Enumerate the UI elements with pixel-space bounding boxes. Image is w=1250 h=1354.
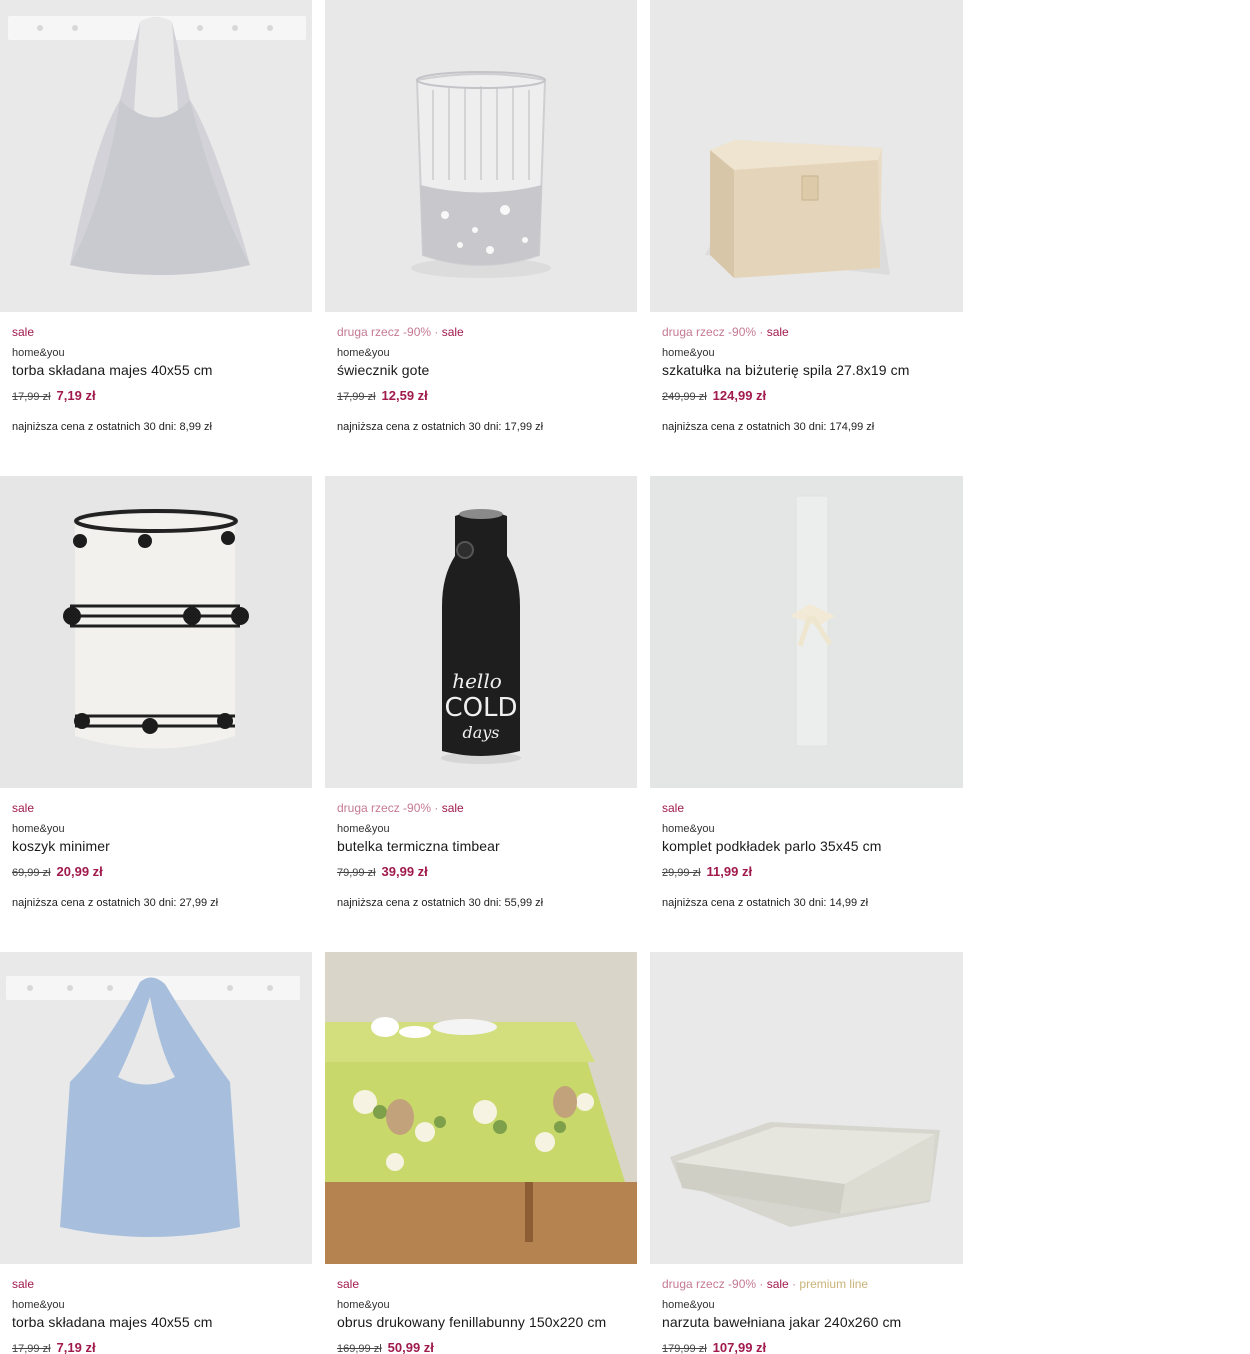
old-price: 69,99 zł	[12, 867, 51, 879]
product-brand: home&you	[662, 823, 715, 835]
product-tags: druga rzecz -90% · sale	[337, 325, 464, 339]
product-price: 249,99 zł 124,99 zł	[662, 388, 951, 403]
product-name-link[interactable]: świecznik gote	[337, 362, 625, 378]
sale-tag: sale	[662, 801, 685, 815]
product-card[interactable]: druga rzecz -90% · sale home&you szkatuł…	[650, 0, 963, 476]
product-price: 69,99 zł 20,99 zł	[12, 864, 300, 879]
sale-price: 39,99 zł	[381, 864, 428, 879]
product-name-link[interactable]: szkatułka na biżuterię spila 27.8x19 cm	[662, 362, 951, 378]
sale-price: 50,99 zł	[387, 1340, 434, 1354]
blue-tote-bag-on-hook-image[interactable]	[0, 952, 312, 1264]
product-brand: home&you	[662, 1299, 715, 1311]
glass-candle-holder-image[interactable]	[325, 0, 637, 312]
sale-tag: sale	[12, 1277, 35, 1291]
sale-tag: sale	[766, 1277, 789, 1291]
old-price: 179,99 zł	[662, 1343, 707, 1354]
thermal-bottle-image[interactable]: hello COLD days	[325, 476, 637, 788]
bottle-print-hello: hello	[452, 669, 502, 693]
product-card[interactable]: druga rzecz -90% · sale · premium line h…	[650, 952, 963, 1354]
product-brand: home&you	[337, 347, 390, 359]
product-card[interactable]: sale home&you obrus drukowany fenillabun…	[325, 952, 637, 1354]
jewelry-box-image[interactable]	[650, 0, 963, 312]
product-brand: home&you	[12, 823, 65, 835]
sale-price: 20,99 zł	[56, 864, 103, 879]
promo-tag: druga rzecz -90%	[337, 801, 432, 815]
premium-tag: premium line	[799, 1277, 869, 1291]
sale-price: 11,99 zł	[706, 864, 753, 879]
product-brand: home&you	[337, 1299, 390, 1311]
promo-tag: druga rzecz -90%	[337, 325, 432, 339]
old-price: 17,99 zł	[12, 391, 51, 403]
old-price: 79,99 zł	[337, 867, 376, 879]
lowest-price-note: najniższa cena z ostatnich 30 dni: 8,99 …	[12, 421, 212, 433]
lowest-price-note: najniższa cena z ostatnich 30 dni: 174,9…	[662, 421, 875, 433]
easter-tablecloth-image[interactable]	[325, 952, 637, 1264]
product-name-link[interactable]: torba składana majes 40x55 cm	[12, 1314, 300, 1330]
product-brand: home&you	[12, 347, 65, 359]
product-name-link[interactable]: komplet podkładek parlo 35x45 cm	[662, 838, 951, 854]
sale-price: 124,99 zł	[712, 388, 767, 403]
gray-tote-bag-on-hook-image[interactable]	[0, 0, 312, 312]
sale-price: 12,59 zł	[381, 388, 428, 403]
product-name-link[interactable]: koszyk minimer	[12, 838, 300, 854]
lowest-price-note: najniższa cena z ostatnich 30 dni: 14,99…	[662, 897, 869, 909]
sale-price: 107,99 zł	[712, 1340, 767, 1354]
sale-tag: sale	[12, 801, 35, 815]
sale-price: 7,19 zł	[56, 388, 96, 403]
old-price: 17,99 zł	[337, 391, 376, 403]
woven-basket-image[interactable]	[0, 476, 312, 788]
product-tags: druga rzecz -90% · sale	[337, 801, 464, 815]
product-card[interactable]: sale home&you koszyk minimer 69,99 zł 20,…	[0, 476, 312, 952]
product-price: 79,99 zł 39,99 zł	[337, 864, 625, 879]
placemat-set-image[interactable]	[650, 476, 963, 788]
product-name-link[interactable]: obrus drukowany fenillabunny 150x220 cm	[337, 1314, 625, 1330]
product-card[interactable]: sale home&you torba składana majes 40x55…	[0, 0, 312, 476]
old-price: 17,99 zł	[12, 1343, 51, 1354]
promo-tag: druga rzecz -90%	[662, 1277, 757, 1291]
product-tags: sale	[12, 325, 300, 341]
product-brand: home&you	[12, 1299, 65, 1311]
sale-tag: sale	[441, 801, 464, 815]
sale-price: 7,19 zł	[56, 1340, 96, 1354]
sale-tag: sale	[337, 1277, 360, 1291]
product-price: 29,99 zł 11,99 zł	[662, 864, 951, 879]
sale-tag: sale	[766, 325, 789, 339]
product-brand: home&you	[662, 347, 715, 359]
product-brand: home&you	[337, 823, 390, 835]
product-tags: sale	[12, 801, 300, 817]
lowest-price-note: najniższa cena z ostatnich 30 dni: 17,99…	[337, 421, 544, 433]
sale-tag: sale	[441, 325, 464, 339]
product-grid: sale home&you torba składana majes 40x55…	[0, 0, 963, 1354]
product-name-link[interactable]: narzuta bawełniana jakar 240x260 cm	[662, 1314, 951, 1330]
product-tags: druga rzecz -90% · sale · premium line	[662, 1277, 869, 1291]
product-tags: sale	[662, 801, 951, 817]
old-price: 249,99 zł	[662, 391, 707, 403]
lowest-price-note: najniższa cena z ostatnich 30 dni: 55,99…	[337, 897, 544, 909]
product-card[interactable]: hello COLD days druga rzecz -90% · sale …	[325, 476, 637, 952]
product-price: 179,99 zł 107,99 zł	[662, 1340, 951, 1354]
product-price: 169,99 zł 50,99 zł	[337, 1340, 625, 1354]
bottle-print-cold: COLD	[444, 693, 517, 723]
bottle-print-days: days	[462, 723, 499, 742]
product-tags: druga rzecz -90% · sale	[662, 325, 789, 339]
product-price: 17,99 zł 7,19 zł	[12, 1340, 300, 1354]
promo-tag: druga rzecz -90%	[662, 325, 757, 339]
product-name-link[interactable]: butelka termiczna timbear	[337, 838, 625, 854]
product-price: 17,99 zł 12,59 zł	[337, 388, 625, 403]
sale-tag: sale	[12, 325, 35, 339]
product-name-link[interactable]: torba składana majes 40x55 cm	[12, 362, 300, 378]
product-card[interactable]: druga rzecz -90% · sale home&you świeczn…	[325, 0, 637, 476]
old-price: 169,99 zł	[337, 1343, 382, 1354]
product-card[interactable]: sale home&you komplet podkładek parlo 35…	[650, 476, 963, 952]
product-tags: sale	[337, 1277, 625, 1293]
old-price: 29,99 zł	[662, 867, 701, 879]
product-tags: sale	[12, 1277, 300, 1293]
lowest-price-note: najniższa cena z ostatnich 30 dni: 27,99…	[12, 897, 219, 909]
product-card[interactable]: sale home&you torba składana majes 40x55…	[0, 952, 312, 1354]
product-price: 17,99 zł 7,19 zł	[12, 388, 300, 403]
folded-bedspread-image[interactable]	[650, 952, 963, 1264]
